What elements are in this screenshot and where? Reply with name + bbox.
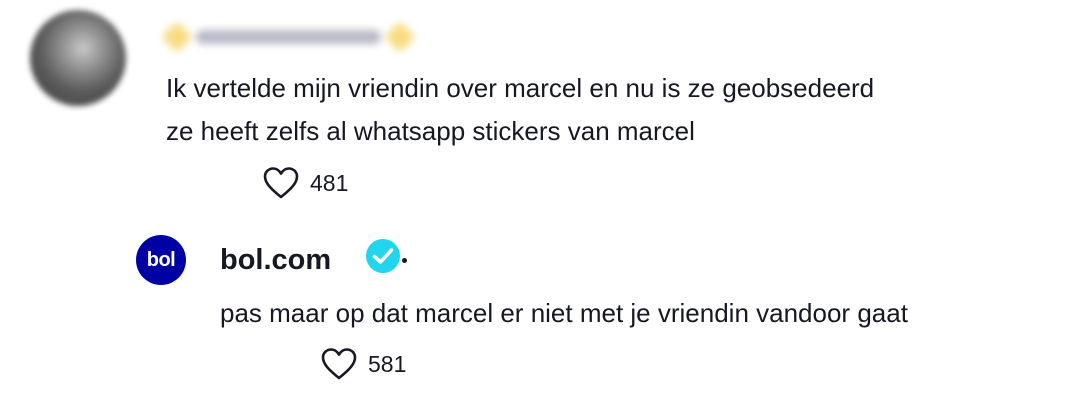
bol-avatar[interactable]: bol: [136, 235, 186, 285]
commenter-avatar-blurred[interactable]: [30, 10, 126, 106]
comment-like-button[interactable]: 481: [262, 166, 348, 200]
separator-dot: [402, 258, 407, 263]
comment-like-count: 481: [310, 169, 349, 196]
reply-text: pas maar op dat marcel er niet met je vr…: [220, 298, 908, 328]
verified-badge-icon: [366, 239, 400, 273]
bol-avatar-logo-text: bol: [146, 248, 176, 271]
heart-outline-icon[interactable]: [262, 166, 300, 200]
heart-outline-icon[interactable]: [320, 347, 358, 381]
comment-text-line: ze heeft zelfs al whatsapp stickers van …: [166, 116, 695, 146]
comment-text-line: Ik vertelde mijn vriendin over marcel en…: [166, 73, 875, 103]
reply-like-button[interactable]: 581: [320, 347, 406, 381]
commenter-username-blurred[interactable]: [161, 20, 416, 54]
reply-author-name[interactable]: bol.com: [220, 242, 331, 278]
reply-like-count: 581: [368, 350, 407, 377]
